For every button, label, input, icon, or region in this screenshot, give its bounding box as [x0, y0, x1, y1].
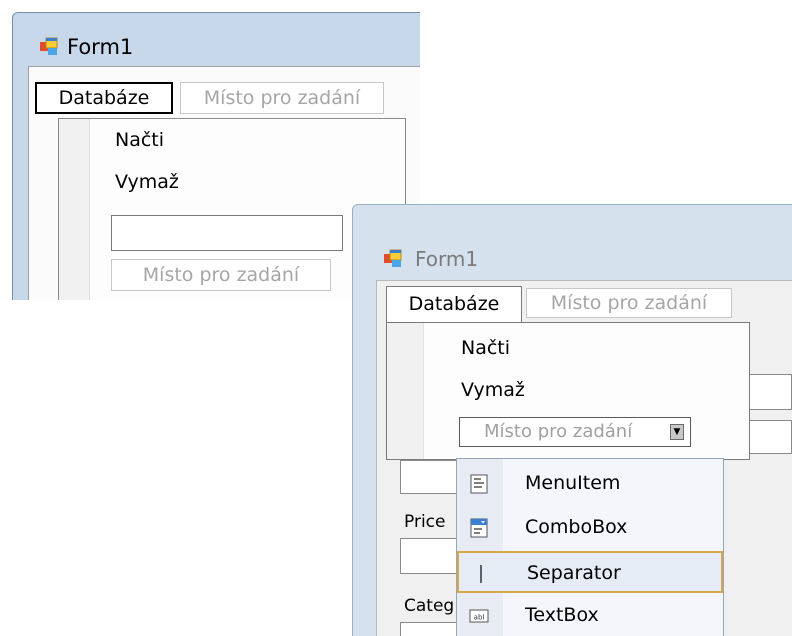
form-textbox-3[interactable]	[400, 460, 460, 494]
textbox-icon: abl	[469, 609, 489, 623]
price-textbox[interactable]	[400, 538, 460, 574]
form-app-icon	[40, 37, 58, 55]
dropdown-textbox[interactable]	[111, 215, 343, 251]
menu-item-vymaz[interactable]: Vymaž	[115, 171, 179, 193]
dropdown-arrow-icon[interactable]: ▼	[670, 424, 684, 440]
type-menu-item-combobox[interactable]: ComboBox	[457, 507, 723, 549]
type-menu-label: MenuItem	[525, 472, 621, 494]
menu-item-nacti[interactable]: Načti	[461, 337, 510, 359]
menu-type-here[interactable]: Místo pro zadání	[526, 288, 732, 318]
window-title: Form1	[67, 35, 134, 59]
form-app-icon	[384, 249, 402, 267]
add-item-placeholder: Místo pro zadání	[484, 421, 633, 442]
item-type-menu: MenuItem ComboBox Separator abl TextBox	[456, 458, 724, 636]
menu-databaze[interactable]: Databáze	[35, 82, 173, 114]
add-item-combo[interactable]: Místo pro zadání ▼	[459, 417, 691, 447]
category-textbox[interactable]	[400, 622, 460, 636]
type-menu-item-menuitem[interactable]: MenuItem	[457, 463, 723, 505]
dropdown-type-here[interactable]: Místo pro zadání	[111, 259, 331, 291]
category-label: Categ	[404, 596, 455, 616]
window-title: Form1	[415, 247, 479, 271]
menu-item-vymaz[interactable]: Vymaž	[461, 379, 525, 401]
databaze-dropdown: Načti Vymaž Místo pro zadání ▼	[386, 322, 750, 460]
dropdown-gutter	[59, 119, 90, 300]
type-menu-label: Separator	[527, 562, 621, 584]
menu-type-here[interactable]: Místo pro zadání	[180, 82, 384, 114]
menu-databaze[interactable]: Databáze	[386, 286, 522, 322]
dropdown-gutter	[387, 323, 424, 459]
separator-icon	[480, 565, 482, 583]
price-label: Price	[404, 512, 446, 532]
type-menu-label: ComboBox	[525, 516, 628, 538]
menu-item-nacti[interactable]: Načti	[115, 129, 164, 151]
screenshot-form-designer-2: Form1 Price Categ Databáze Místo pro zad…	[352, 204, 792, 636]
combobox-icon	[470, 518, 488, 538]
menuitem-icon	[470, 474, 488, 494]
svg-text:abl: abl	[474, 614, 485, 622]
type-menu-item-separator[interactable]: Separator	[457, 551, 723, 593]
type-menu-item-textbox[interactable]: abl TextBox	[457, 595, 723, 636]
type-menu-label: TextBox	[525, 604, 599, 626]
